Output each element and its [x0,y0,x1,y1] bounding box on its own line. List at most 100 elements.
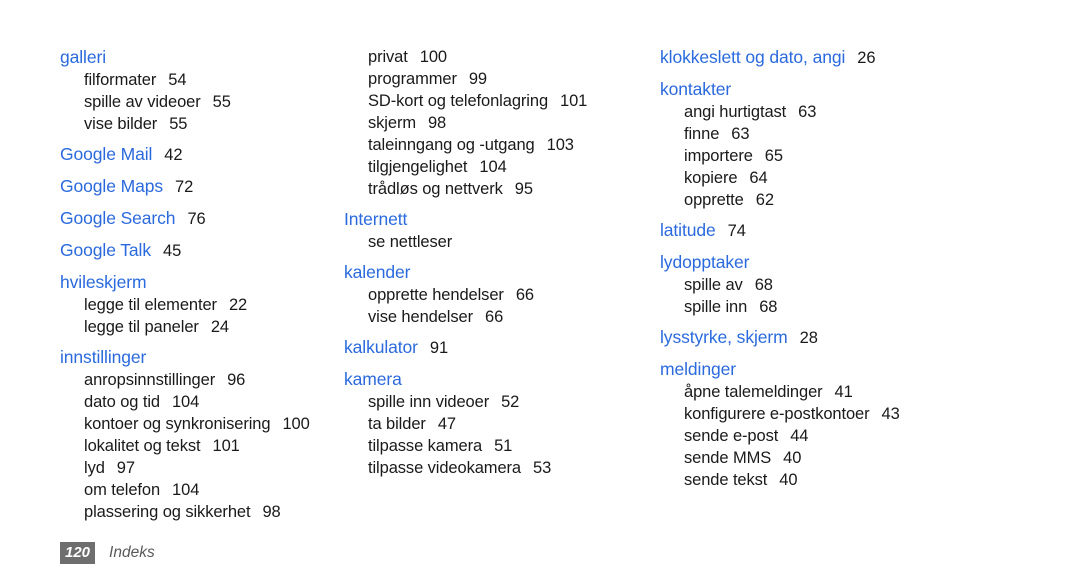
index-subentry[interactable]: konfigurere e-postkontoer 43 [684,403,1080,425]
index-heading-page-number: 45 [163,242,182,260]
index-subentry[interactable]: taleinngang og -utgang 103 [368,134,650,156]
index-entry-group: Google Mail 42 [60,143,332,167]
index-subentry[interactable]: importere 65 [684,145,1080,167]
index-subentry[interactable]: privat 100 [368,46,650,68]
index-heading[interactable]: kontakter [660,78,1080,101]
index-subentry-page-number: 22 [228,296,248,314]
index-subentry[interactable]: ta bilder 47 [368,413,650,435]
index-subentry[interactable]: filformater 54 [84,69,332,91]
index-entry-group: hvileskjerm legge til elementer 22 legge ti… [60,271,332,338]
index-heading[interactable]: latitude 74 [660,219,1080,243]
index-subentry-page-number: 64 [749,169,768,187]
index-subentry[interactable]: tilpasse kamera 51 [368,435,650,457]
index-heading[interactable]: galleri [60,46,332,69]
index-subentry[interactable]: spille inn 68 [684,296,1080,318]
index-subentry[interactable]: vise hendelser 66 [368,306,650,328]
index-column-2: privat 100 programmer 99 SD-kort og telefonl… [332,46,650,479]
index-subentry[interactable]: sende tekst 40 [684,469,1080,491]
index-subentry[interactable]: se nettleser [368,231,650,253]
index-subentry-page-number: 65 [764,147,783,165]
index-subentry[interactable]: plassering og sikkerhet 98 [84,501,332,523]
index-subentry-page-number: 97 [116,459,135,477]
index-heading[interactable]: kalkulator 91 [344,336,650,360]
index-subentry-page-number: 104 [479,158,507,176]
index-subentry-page-number: 104 [171,393,200,411]
index-subentry-page-number: 98 [262,503,281,521]
index-entry-group: kontakter angi hurtigtast 63 finne 63 importe… [660,78,1080,211]
index-subentry[interactable]: tilpasse videokamera 53 [368,457,650,479]
page-footer: 120 Indeks [60,542,155,564]
index-subentry[interactable]: trådløs og nettverk 95 [368,178,650,200]
index-entry-group: meldinger åpne talemeldinger 41 konfigurere… [660,358,1080,491]
index-entry-group: kamera spille inn videoer 52 ta bilder 47 til… [344,368,650,479]
index-entry-group: galleri filformater 54 spille av videoer 55 v… [60,46,332,135]
index-subentry-page-number: 55 [169,115,188,133]
index-page: galleri filformater 54 spille av videoer 55 v… [0,0,1080,586]
index-subentry[interactable]: spille av 68 [684,274,1080,296]
index-subentry[interactable]: finne 63 [684,123,1080,145]
index-heading[interactable]: Google Maps 72 [60,175,332,199]
index-heading[interactable]: innstillinger [60,346,332,369]
index-entry-group: innstillinger anropsinnstillinger 96 dato o… [60,346,332,523]
index-heading-page-number: 26 [857,49,876,67]
index-subentry[interactable]: lokalitet og tekst 101 [84,435,332,457]
index-heading[interactable]: Google Talk 45 [60,239,332,263]
index-heading-page-number: 42 [164,146,183,164]
index-heading[interactable]: lysstyrke, skjerm 28 [660,326,1080,350]
index-heading-page-number: 74 [727,222,746,240]
index-subentry[interactable]: legge til paneler 24 [84,316,332,338]
index-heading[interactable]: Internett [344,208,650,231]
index-subentry[interactable]: tilgjengelighet 104 [368,156,650,178]
index-subentry[interactable]: programmer 99 [368,68,650,90]
index-subentry[interactable]: opprette hendelser 66 [368,284,650,306]
index-columns: galleri filformater 54 spille av videoer 55 v… [0,46,1080,523]
index-subentry-page-number: 100 [419,48,447,66]
index-heading-page-number: 76 [187,210,206,228]
index-subentry-page-number: 51 [494,437,513,455]
index-heading[interactable]: hvileskjerm [60,271,332,294]
index-heading[interactable]: kalender [344,261,650,284]
index-subentry[interactable]: dato og tid 104 [84,391,332,413]
index-entry-group: Internett se nettleser [344,208,650,253]
index-subentry[interactable]: skjerm 98 [368,112,650,134]
index-subentry-page-number: 100 [282,415,310,433]
index-subentry-page-number: 47 [437,415,456,433]
index-subentry[interactable]: spille av videoer 55 [84,91,332,113]
index-subentry-page-number: 66 [515,286,534,304]
index-heading[interactable]: Google Search 76 [60,207,332,231]
index-subentry[interactable]: lyd 97 [84,457,332,479]
index-subentry[interactable]: sende e-post 44 [684,425,1080,447]
index-heading[interactable]: Google Mail 42 [60,143,332,167]
index-subentry[interactable]: spille inn videoer 52 [368,391,650,413]
index-subentry-page-number: 103 [546,136,574,154]
index-subentry[interactable]: kontoer og synkronisering 100 [84,413,332,435]
index-heading[interactable]: lydopptaker [660,251,1080,274]
index-subentry[interactable]: kopiere 64 [684,167,1080,189]
index-heading[interactable]: meldinger [660,358,1080,381]
index-subentry[interactable]: vise bilder 55 [84,113,332,135]
index-entry-group: klokkeslett og dato, angi 26 [660,46,1080,70]
index-subentry-page-number: 55 [212,93,231,111]
index-heading-page-number: 28 [799,329,818,347]
index-subentry[interactable]: angi hurtigtast 63 [684,101,1080,123]
index-heading[interactable]: klokkeslett og dato, angi 26 [660,46,1080,70]
index-entry-group: Google Search 76 [60,207,332,231]
index-subentry-page-number: 52 [501,393,520,411]
index-entry-group: Google Talk 45 [60,239,332,263]
index-subentry[interactable]: opprette 62 [684,189,1080,211]
index-subentry-page-number: 41 [834,383,853,401]
index-subentry-page-number: 62 [755,191,774,209]
index-heading-page-number: 72 [175,178,194,196]
index-subentry[interactable]: sende MMS 40 [684,447,1080,469]
index-heading[interactable]: kamera [344,368,650,391]
index-subentry[interactable]: åpne talemeldinger 41 [684,381,1080,403]
index-subentry[interactable]: legge til elementer 22 [84,294,332,316]
index-subentry-page-number: 96 [227,371,246,389]
footer-section-label: Indeks [109,544,155,561]
index-subentry-page-number: 66 [485,308,504,326]
index-subentry-page-number: 99 [468,70,488,88]
index-subentry[interactable]: om telefon 104 [84,479,332,501]
index-subentry[interactable]: SD-kort og telefonlagring 101 [368,90,650,112]
index-subentry[interactable]: anropsinnstillinger 96 [84,369,332,391]
index-entry-group: kalkulator 91 [344,336,650,360]
